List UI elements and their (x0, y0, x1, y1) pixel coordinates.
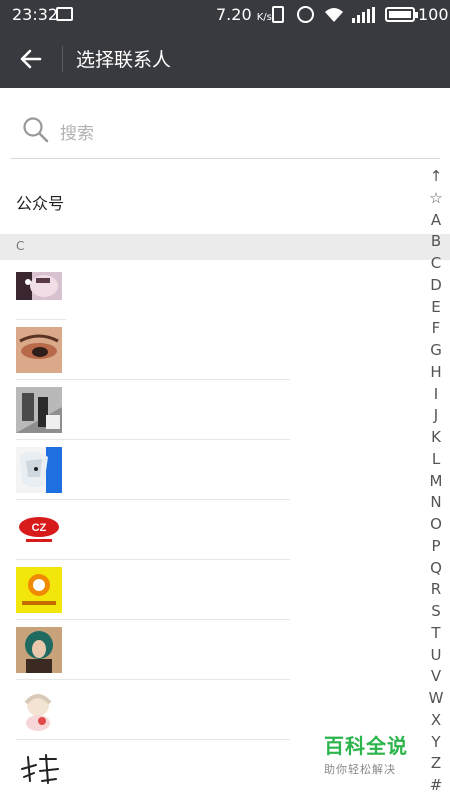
index-letter-j[interactable]: J (424, 405, 448, 427)
avatar-anime-character (16, 447, 62, 493)
network-speed: 7.20 K/s (216, 5, 272, 24)
watermark-title: 百科全说 (324, 734, 408, 758)
index-letter-h[interactable]: H (424, 362, 448, 384)
title-bar: 选择联系人 (0, 30, 450, 88)
title-divider (62, 46, 63, 72)
watermark-subtitle: 助你轻松解决 (324, 763, 396, 776)
index-letter-t[interactable]: T (424, 623, 448, 645)
avatar-illustration-girl (16, 687, 62, 733)
page-title: 选择联系人 (76, 49, 172, 71)
avatar-calligraphy (16, 747, 62, 793)
index-letter-o[interactable]: O (424, 514, 448, 536)
section-header: C (0, 234, 450, 260)
index-letter-m[interactable]: M (424, 471, 448, 493)
avatar-street-photo (16, 387, 62, 433)
contact-row[interactable] (0, 440, 450, 500)
avatar-yellow-logo (16, 567, 62, 613)
index-letter-a[interactable]: A (424, 210, 448, 232)
index-letter-q[interactable]: Q (424, 558, 448, 580)
contact-row[interactable] (0, 380, 450, 440)
status-bar: 23:32 7.20 K/s 100 (0, 0, 450, 30)
watermark-logo: 百科全说 助你轻松解决 (324, 730, 416, 777)
contact-row[interactable] (0, 560, 450, 620)
index-letter-b[interactable]: B (424, 231, 448, 253)
index-letter-top[interactable]: ↑ (424, 166, 448, 188)
search-bar[interactable]: 搜索 (10, 104, 440, 159)
index-letter-n[interactable]: N (424, 492, 448, 514)
index-letter-f[interactable]: F (424, 318, 448, 340)
wifi-icon (325, 8, 343, 22)
index-letter-k[interactable]: K (424, 427, 448, 449)
search-input[interactable]: 搜索 (60, 119, 94, 144)
contact-row[interactable] (0, 620, 450, 680)
index-letter-c[interactable]: C (424, 253, 448, 275)
index-letter-v[interactable]: V (424, 666, 448, 688)
status-time: 23:32 (12, 5, 59, 24)
avatar-eye-makeup (16, 327, 62, 373)
index-letter-z[interactable]: Z (424, 753, 448, 775)
notification-icon (56, 7, 73, 21)
network-speed-value: 7.20 (216, 5, 252, 24)
index-letter-r[interactable]: R (424, 579, 448, 601)
index-letter-x[interactable]: X (424, 710, 448, 732)
battery-percent: 100 (418, 5, 449, 24)
network-speed-unit: K/s (256, 12, 272, 23)
index-letter-s[interactable]: S (424, 601, 448, 623)
index-letter-p[interactable]: P (424, 536, 448, 558)
avatar-green-hair-girl (16, 627, 62, 673)
index-letter-i[interactable]: I (424, 384, 448, 406)
index-letter-g[interactable]: G (424, 340, 448, 362)
index-letter-d[interactable]: D (424, 275, 448, 297)
contact-row[interactable] (0, 260, 450, 320)
alphabet-index-bar[interactable]: ↑ ☆ A B C D E F G H I J K L M N O P Q R S T U V W X Y Z # (424, 166, 448, 797)
battery-icon (385, 7, 418, 22)
index-letter-e[interactable]: E (424, 297, 448, 319)
index-letter-y[interactable]: Y (424, 732, 448, 754)
index-letter-hash[interactable]: # (424, 775, 448, 797)
avatar-girl-portrait (16, 272, 62, 300)
contact-row[interactable] (0, 320, 450, 380)
vibrate-icon (272, 6, 284, 23)
index-letter-l[interactable]: L (424, 449, 448, 471)
index-letter-u[interactable]: U (424, 645, 448, 667)
public-accounts-item[interactable]: 公众号 (16, 190, 64, 214)
alarm-icon (297, 6, 314, 23)
search-icon (23, 117, 49, 143)
index-letter-star[interactable]: ☆ (424, 188, 448, 210)
signal-icon (352, 7, 375, 23)
back-arrow-icon[interactable] (16, 44, 46, 74)
section-letter: C (16, 239, 25, 253)
avatar-logo-badge: CZ (16, 507, 62, 553)
index-letter-w[interactable]: W (424, 688, 448, 710)
svg-text:CZ: CZ (32, 522, 47, 534)
contact-row[interactable]: CZ (0, 500, 450, 560)
